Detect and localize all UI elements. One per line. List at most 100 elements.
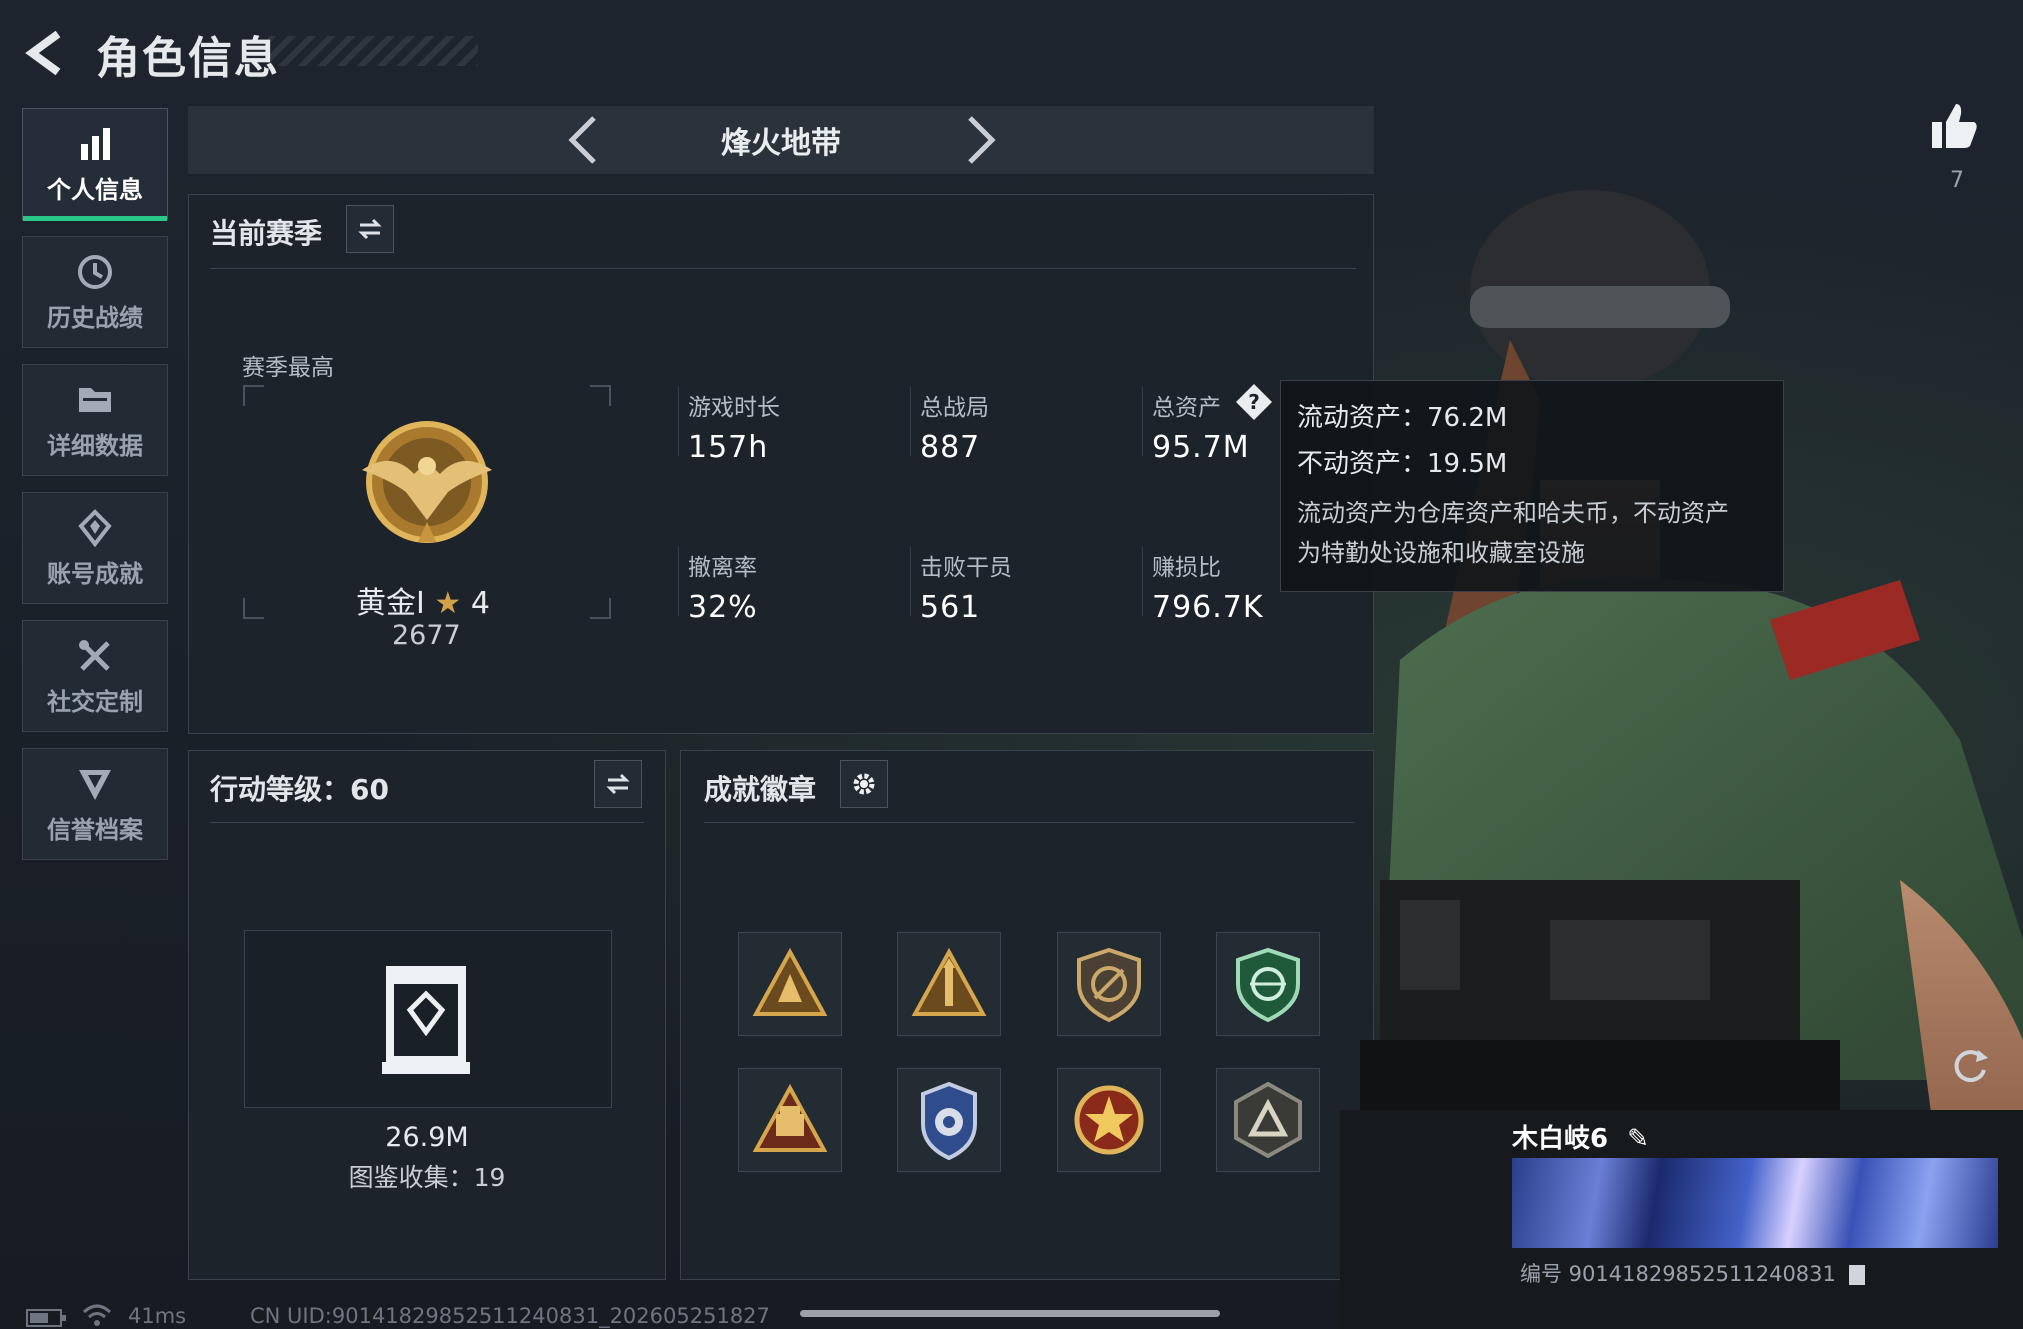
edit-name-icon[interactable]: ✎ bbox=[1627, 1124, 1649, 1154]
stat-value: 796.7K bbox=[1152, 590, 1264, 625]
ping: 41ms bbox=[128, 1304, 187, 1328]
rotate-icon[interactable] bbox=[1948, 1044, 1992, 1088]
badge-slot[interactable] bbox=[738, 1068, 842, 1172]
badge-slot[interactable] bbox=[897, 1068, 1001, 1172]
stat-value: 95.7M bbox=[1152, 430, 1250, 465]
liquid-assets: 流动资产：76.2M bbox=[1297, 403, 1508, 433]
badges-header: 成就徽章 bbox=[704, 773, 817, 806]
sidebar-item-label: 账号成就 bbox=[47, 559, 143, 588]
character-model-image bbox=[1340, 190, 2023, 1329]
next-mode-arrow-icon[interactable] bbox=[954, 112, 1004, 168]
switch-season-button[interactable] bbox=[346, 205, 394, 253]
gear-icon bbox=[853, 773, 875, 795]
green-shield-badge-icon bbox=[1236, 947, 1300, 1023]
badge-slot[interactable] bbox=[738, 932, 842, 1036]
stat-value: 32% bbox=[688, 590, 758, 625]
badge-slot[interactable] bbox=[1057, 1068, 1161, 1172]
reputation-icon bbox=[79, 769, 111, 800]
action-level-header: 行动等级：60 bbox=[210, 773, 389, 806]
bar-chart-icon bbox=[81, 127, 110, 160]
divider bbox=[210, 268, 1356, 269]
assets-tooltip: 流动资产：76.2M 不动资产：19.5M 流动资产为仓库资产和哈夫币，不动资产… bbox=[1280, 380, 1784, 592]
tooltip-desc-line1: 流动资产为仓库资产和哈夫币，不动资产 bbox=[1297, 499, 1729, 527]
switch-action-level-button[interactable] bbox=[594, 760, 642, 808]
stat-divider bbox=[910, 386, 911, 456]
rocket-triangle-badge-icon bbox=[911, 947, 987, 1016]
home-indicator bbox=[800, 1310, 1220, 1317]
svg-text:?: ? bbox=[1248, 390, 1260, 414]
rank-score: 2677 bbox=[392, 620, 461, 651]
collection-count: 图鉴收集：19 bbox=[348, 1163, 506, 1192]
help-icon[interactable]: ? bbox=[1234, 382, 1274, 422]
collection-value: 26.9M bbox=[385, 1122, 469, 1153]
badge-slot[interactable] bbox=[897, 932, 1001, 1036]
rank-name-text: 黄金I bbox=[356, 586, 425, 621]
star-icon: ★ bbox=[434, 586, 462, 621]
wifi-icon bbox=[82, 1304, 112, 1326]
sidebar-item-label: 个人信息 bbox=[47, 175, 143, 204]
stat-divider bbox=[910, 546, 911, 616]
shield-gun-badge-icon bbox=[1077, 947, 1141, 1023]
stat-label: 撤离率 bbox=[688, 555, 757, 581]
stat-label: 赚损比 bbox=[1152, 555, 1221, 581]
copy-icon[interactable] bbox=[1848, 1265, 1865, 1285]
achievement-icon bbox=[78, 508, 112, 547]
stat-divider bbox=[1142, 386, 1143, 456]
collection-case-icon bbox=[382, 966, 470, 1074]
sidebar-item-label: 信誉档案 bbox=[47, 815, 143, 844]
gold-rank-emblem-icon bbox=[362, 421, 492, 543]
sidebar-item-label: 历史战绩 bbox=[47, 303, 143, 332]
profile-banner-image bbox=[1512, 1158, 1998, 1248]
stat-divider bbox=[678, 546, 679, 616]
sidebar-item-label: 社交定制 bbox=[47, 687, 143, 716]
sidebar-item-detailed-data[interactable]: 详细数据 bbox=[22, 364, 168, 476]
sidebar-item-reputation[interactable]: 信誉档案 bbox=[22, 748, 168, 860]
triangle-badge-icon bbox=[752, 947, 828, 1016]
star-medal-badge-icon bbox=[1074, 1085, 1144, 1155]
stat-label: 总资产 bbox=[1152, 395, 1221, 421]
swap-icon bbox=[606, 773, 630, 795]
stat-label: 游戏时长 bbox=[688, 395, 780, 421]
footer-uid: CN UID:9014182985251124083​1_20260525182… bbox=[250, 1304, 770, 1328]
history-icon bbox=[78, 254, 112, 289]
player-name-text: 木白岐6 bbox=[1512, 1124, 1609, 1154]
player-uid: 编号 901418298525112408​31 bbox=[1520, 1258, 1865, 1288]
tooltip-desc-line2: 为特勤处设施和收藏室设施 bbox=[1297, 539, 1585, 567]
tools-icon bbox=[79, 639, 110, 671]
battery-icon bbox=[26, 1309, 66, 1327]
folder-icon bbox=[79, 387, 111, 412]
stat-value: 887 bbox=[920, 430, 981, 465]
police-badge-icon bbox=[921, 1081, 977, 1160]
sidebar-item-history[interactable]: 历史战绩 bbox=[22, 236, 168, 348]
back-arrow-icon[interactable] bbox=[22, 28, 72, 78]
season-header: 当前赛季 bbox=[210, 217, 323, 250]
mode-title: 烽火地带 bbox=[721, 126, 841, 161]
rank-name: 黄金I ★ 4 bbox=[356, 578, 490, 622]
sidebar-item-social[interactable]: 社交定制 bbox=[22, 620, 168, 732]
like-count: 7 bbox=[1950, 168, 1964, 193]
dark-triangle-badge-icon bbox=[1234, 1081, 1302, 1159]
player-uid-text: 编号 901418298525112408​31 bbox=[1520, 1262, 1836, 1286]
divider bbox=[210, 822, 644, 823]
stat-label: 总战局 bbox=[920, 395, 989, 421]
swap-icon bbox=[358, 218, 382, 240]
badge-slot[interactable] bbox=[1216, 932, 1320, 1036]
stat-value: 561 bbox=[920, 590, 981, 625]
stat-divider bbox=[1142, 546, 1143, 616]
page-title: 角色信息 bbox=[96, 33, 280, 84]
season-best-label: 赛季最高 bbox=[242, 355, 334, 381]
fixed-assets: 不动资产：19.5M bbox=[1297, 449, 1508, 479]
title-decoration bbox=[268, 36, 478, 66]
stat-value: 157h bbox=[688, 430, 769, 465]
stat-divider bbox=[678, 386, 679, 456]
sidebar-item-achievements[interactable]: 账号成就 bbox=[22, 492, 168, 604]
thumbs-up-icon[interactable] bbox=[1928, 100, 1980, 152]
sidebar-item-label: 详细数据 bbox=[47, 431, 143, 460]
divider bbox=[704, 822, 1354, 823]
badge-settings-button[interactable] bbox=[840, 760, 888, 808]
player-name: 木白岐6 ✎ bbox=[1512, 1118, 1649, 1155]
sidebar-item-personal-info[interactable]: 个人信息 bbox=[22, 108, 168, 221]
crate-badge-icon bbox=[752, 1083, 828, 1152]
badge-slot[interactable] bbox=[1057, 932, 1161, 1036]
badge-slot[interactable] bbox=[1216, 1068, 1320, 1172]
